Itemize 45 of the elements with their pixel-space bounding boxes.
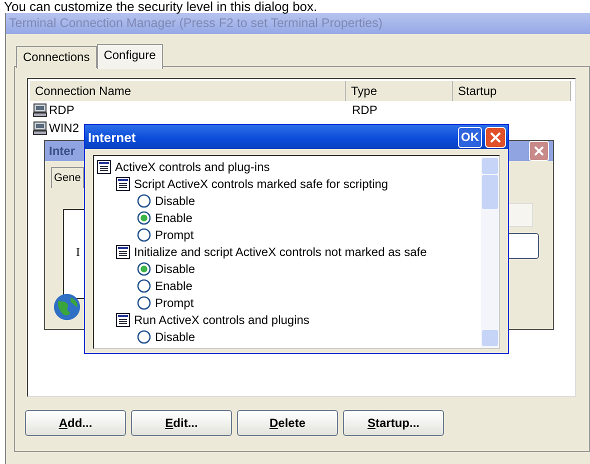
radio-button[interactable] — [137, 296, 151, 310]
radio-label[interactable]: Prompt — [155, 296, 194, 310]
caption-text: You can customize the security level in this dialog box. — [3, 0, 318, 13]
dialog-button[interactable]: Add... — [25, 410, 126, 436]
list-icon — [116, 244, 130, 258]
dialog-button[interactable]: Startup... — [343, 410, 444, 436]
radio-button[interactable] — [137, 194, 151, 208]
table-cell-text: RDP — [351, 103, 378, 117]
dialog-title: Internet — [88, 130, 137, 144]
list-icon — [97, 160, 111, 174]
tree-item[interactable]: Script ActiveX controls marked safe for scripting — [134, 176, 388, 190]
tree-item[interactable]: Initialize and script ActiveX controls not marked as safe — [134, 244, 427, 258]
ok-button[interactable]: OK — [458, 126, 482, 148]
radio-label[interactable]: Disable — [155, 330, 196, 344]
tree-item[interactable]: Run ActiveX controls and plugins — [134, 312, 310, 326]
radio-label[interactable]: Disable — [155, 262, 196, 276]
radio-label[interactable]: Prompt — [155, 228, 194, 242]
column-header[interactable]: Type — [346, 81, 453, 101]
close-icon[interactable] — [529, 141, 549, 161]
column-header[interactable]: Startup — [453, 81, 571, 101]
radio-button[interactable] — [137, 228, 151, 242]
scrollbar[interactable] — [481, 156, 499, 348]
list-icon — [116, 176, 130, 190]
column-header[interactable]: Connection Name — [30, 81, 346, 101]
label-text: I — [76, 245, 80, 260]
dialog-button[interactable]: Edit... — [131, 410, 232, 436]
table-cell: WIN2 — [49, 121, 79, 135]
close-icon[interactable] — [485, 126, 506, 148]
globe-icon — [53, 293, 81, 321]
radio-button[interactable] — [137, 262, 151, 276]
computer-icon — [33, 121, 47, 135]
list-icon — [116, 312, 130, 326]
tab[interactable]: Configure — [96, 44, 163, 69]
radio-button[interactable] — [137, 278, 151, 292]
radio-button[interactable] — [137, 210, 151, 224]
radio-button[interactable] — [137, 330, 151, 344]
tree-item[interactable]: ActiveX controls and plug-ins — [115, 160, 270, 174]
computer-icon — [33, 103, 47, 117]
dialog-title: Inter — [49, 144, 76, 158]
radio-label[interactable]: Enable — [155, 278, 192, 292]
table-cell: RDP — [49, 103, 74, 117]
radio-label[interactable]: Disable — [155, 194, 196, 208]
tab[interactable]: Connections — [16, 46, 97, 68]
dialog-button[interactable]: Delete — [237, 410, 338, 436]
radio-label[interactable]: Enable — [155, 210, 192, 224]
